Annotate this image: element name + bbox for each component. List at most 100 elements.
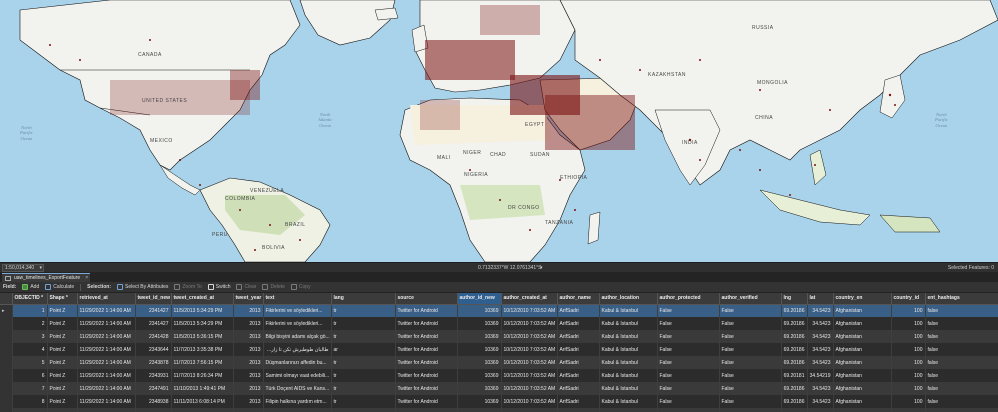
table-cell-source[interactable]: Twitter for Android xyxy=(395,304,458,317)
table-cell-retrieved-at[interactable]: 11/29/2022 1:14:00 AM xyxy=(77,330,136,343)
table-cell-author-name[interactable]: ArifSadri xyxy=(557,408,600,412)
column-header-lat[interactable]: lat xyxy=(807,293,834,305)
table-row[interactable]: 9Point Z11/29/2022 1:14:00 AM234897011/1… xyxy=(0,408,998,412)
table-cell-lng[interactable]: 69.20186 xyxy=(781,317,808,330)
coordinate-format-chevron-icon[interactable]: ▾ xyxy=(540,265,543,271)
table-row[interactable]: 8 Point Z 11/29/2022 1:14:00 AM 2348938 11/1… xyxy=(0,395,998,408)
table-cell-tweet-created-at[interactable]: 11/11/2013 6:08:14 PM xyxy=(171,395,234,408)
table-cell-lang[interactable]: ar xyxy=(331,408,396,412)
table-cell-objectid[interactable]: 8 xyxy=(12,395,48,408)
table-cell-text[interactable]: Samimi olmayı vaat edebili... xyxy=(263,369,332,382)
table-cell-country-en[interactable]: Afghanistan xyxy=(833,343,892,356)
selected-features-count[interactable]: Selected Features: 0 xyxy=(948,264,994,272)
table-cell-country-id[interactable]: 100 xyxy=(891,304,926,317)
table-row[interactable]: 3 Point Z 11/29/2022 1:14:00 AM 2341428 11/5… xyxy=(0,330,998,343)
table-row[interactable]: 4 Point Z 11/29/2022 1:14:00 AM 2343644 11/7… xyxy=(0,343,998,356)
table-cell-author-created-at[interactable]: 10/12/2010 7:03:52 AM xyxy=(501,382,558,395)
table-cell-text[interactable]: Fikirlerini ve söyledikleri... xyxy=(263,317,332,330)
table-cell-tweet-id-new[interactable]: 2348938 xyxy=(135,395,172,408)
table-cell-author-id-new[interactable]: 10369 xyxy=(457,382,502,395)
table-cell-author-created-at[interactable]: 10/12/2010 7:03:52 AM xyxy=(501,304,558,317)
table-cell-tweet-year[interactable]: 2013 xyxy=(233,369,264,382)
table-cell-source[interactable]: Twitter for Android xyxy=(395,317,458,330)
switch-selection-button[interactable]: Switch xyxy=(207,284,230,290)
table-cell-author-id-new[interactable]: 10369 xyxy=(457,304,502,317)
table-cell-country-id[interactable]: 100 xyxy=(891,356,926,369)
table-cell-country-id[interactable]: 100 xyxy=(891,369,926,382)
table-cell-author-verified[interactable]: False xyxy=(719,395,782,408)
table-row[interactable]: 2 Point Z 11/29/2022 1:14:00 AM 2341427 11/5… xyxy=(0,317,998,330)
table-cell-tweet-id-new[interactable]: 2341427 xyxy=(135,304,172,317)
table-cell-author-protected[interactable]: False xyxy=(657,304,720,317)
table-cell-country-en[interactable]: Afghanistan xyxy=(833,395,892,408)
table-cell-author-protected[interactable]: False xyxy=(657,343,720,356)
table-cell-text[interactable]: Fikirlerini ve söyledikleri... xyxy=(263,304,332,317)
table-cell-author-name[interactable]: ArifSadri xyxy=(557,343,600,356)
column-header-row-selector[interactable] xyxy=(0,293,13,305)
table-cell-shape[interactable]: Point Z xyxy=(47,382,78,395)
table-cell-lat[interactable]: 34.5423 xyxy=(807,304,834,317)
table-cell-retrieved-at[interactable]: 11/29/2022 1:14:00 AM xyxy=(77,343,136,356)
table-cell-author-name[interactable]: ArifSadri xyxy=(557,330,600,343)
zoom-to-button[interactable]: Zoom To xyxy=(174,284,202,290)
table-cell-row-selector[interactable] xyxy=(0,330,13,343)
table-cell-shape[interactable]: Point Z xyxy=(47,330,78,343)
table-cell-author-id-new[interactable]: 10369 xyxy=(457,395,502,408)
table-cell-author-location[interactable]: Kabul & Istanbul xyxy=(599,330,658,343)
table-cell-row-selector[interactable] xyxy=(0,369,13,382)
table-cell-author-name[interactable]: ArifSadri xyxy=(557,382,600,395)
table-row[interactable]: 6 Point Z 11/29/2022 1:14:00 AM 2343931 11/7… xyxy=(0,369,998,382)
table-cell-lang[interactable]: tr xyxy=(331,356,396,369)
table-cell-author-created-at[interactable]: 10/12/2010 7:03:52 AM xyxy=(501,369,558,382)
table-cell-country-en[interactable]: Afghanistan xyxy=(833,304,892,317)
table-cell-lat[interactable]: 34.5423 xyxy=(807,330,834,343)
column-header-shape[interactable]: Shape * xyxy=(47,293,78,305)
table-cell-author-location[interactable]: Kabul & Istanbul xyxy=(599,317,658,330)
table-cell-lng[interactable]: 69.20186 xyxy=(781,330,808,343)
table-cell-tweet-created-at[interactable]: 11/7/2013 3:35:38 PM xyxy=(171,343,234,356)
column-header-country-id[interactable]: country_id xyxy=(891,293,926,305)
table-cell-tweet-id-new[interactable]: 2348970 xyxy=(135,408,172,412)
table-cell-country-id[interactable]: 100 xyxy=(891,317,926,330)
table-cell-ent-hashtags[interactable]: false xyxy=(925,395,998,408)
table-cell-lang[interactable]: tr xyxy=(331,369,396,382)
table-cell-author-location[interactable]: Kabul & Istanbul xyxy=(599,369,658,382)
table-cell-objectid[interactable]: 6 xyxy=(12,369,48,382)
table-cell-row-selector[interactable] xyxy=(0,382,13,395)
table-cell-row-selector[interactable] xyxy=(0,395,13,408)
table-cell-tweet-id-new[interactable]: 2343644 xyxy=(135,343,172,356)
column-header-author-verified[interactable]: author_verified xyxy=(719,293,782,305)
column-header-tweet-year[interactable]: tweet_year xyxy=(233,293,264,305)
table-cell-text[interactable]: طالبان طوطبرش تکن تا زار... xyxy=(263,343,332,356)
table-cell-source[interactable]: Twitter for Android xyxy=(395,343,458,356)
table-cell-retrieved-at[interactable]: 11/29/2022 1:14:00 AM xyxy=(77,369,136,382)
table-cell-author-protected[interactable]: False xyxy=(657,317,720,330)
table-cell-lang[interactable]: tr xyxy=(331,382,396,395)
calculate-field-button[interactable]: Calculate xyxy=(45,284,74,290)
table-cell-tweet-created-at[interactable]: 11/11/2013 6:27:02 PM xyxy=(171,408,234,412)
table-cell-country-en[interactable]: Afghanistan xyxy=(833,317,892,330)
table-cell-lang[interactable]: tr xyxy=(331,304,396,317)
table-cell-text[interactable]: Bilgi bisyini adamı alçak gö... xyxy=(263,330,332,343)
table-cell-shape[interactable]: Point Z xyxy=(47,356,78,369)
table-cell-tweet-id-new[interactable]: 2341427 xyxy=(135,317,172,330)
table-cell-tweet-year[interactable]: 2013 xyxy=(233,330,264,343)
table-cell-objectid[interactable]: 5 xyxy=(12,356,48,369)
table-cell-retrieved-at[interactable]: 11/29/2022 1:14:00 AM xyxy=(77,395,136,408)
table-cell-author-verified[interactable]: False xyxy=(719,356,782,369)
table-cell-shape[interactable]: Point Z xyxy=(47,304,78,317)
table-cell-lat[interactable]: 34.54219 xyxy=(807,369,834,382)
table-cell-tweet-year[interactable]: 2013 xyxy=(233,356,264,369)
table-cell-ent-hashtags[interactable]: false xyxy=(925,356,998,369)
table-cell-row-selector[interactable] xyxy=(0,408,13,412)
column-header-tweet-id-new[interactable]: tweet_id_new xyxy=(135,293,172,305)
table-cell-author-name[interactable]: ArifSadri xyxy=(557,317,600,330)
table-cell-row-selector[interactable] xyxy=(0,343,13,356)
table-cell-author-verified[interactable]: False xyxy=(719,343,782,356)
table-cell-author-created-at[interactable]: 10/12/2010 7:03:52 AM xyxy=(501,317,558,330)
table-cell-author-location[interactable]: Kabul & Istanbul xyxy=(599,408,658,412)
table-cell-author-verified[interactable]: False xyxy=(719,330,782,343)
table-row[interactable]: ▸ 1 Point Z 11/29/2022 1:14:00 AM 2341427 11/… xyxy=(0,304,998,317)
table-cell-author-id-new[interactable]: 10369 xyxy=(457,343,502,356)
table-cell-tweet-created-at[interactable]: 11/7/2013 7:56:15 PM xyxy=(171,356,234,369)
